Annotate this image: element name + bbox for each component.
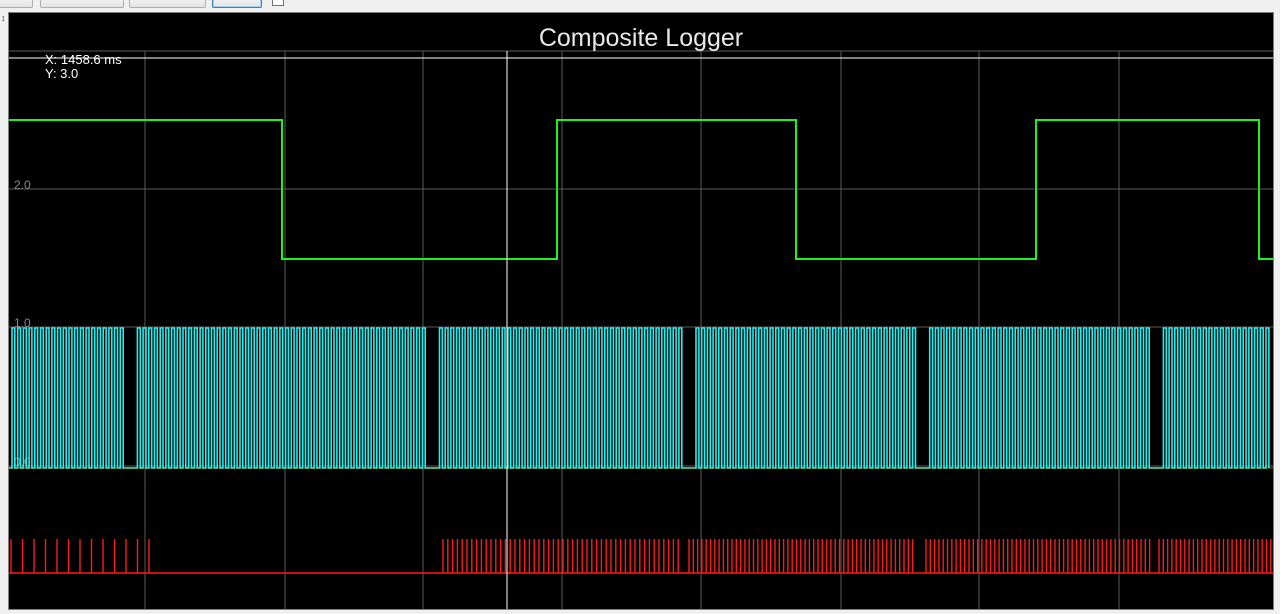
chart-title: Composite Logger	[539, 24, 743, 52]
chart-svg: Composite Logger 2.0 1.0 0.0 X: 1458.6 m…	[9, 24, 1273, 609]
toolbar-checkbox[interactable]	[272, 0, 284, 6]
y-tick-label: 2.0	[14, 178, 31, 192]
toolbar	[0, 0, 1280, 12]
crank-trace	[9, 327, 1270, 469]
cursor-x-readout: X: 1458.6 ms	[45, 52, 122, 67]
toolbar-button-3[interactable]	[129, 0, 206, 8]
cursor-y-readout: Y: 3.0	[45, 66, 78, 81]
toolbar-button-2[interactable]	[40, 0, 124, 8]
toolbar-button-4[interactable]	[212, 0, 262, 8]
toolbar-button-1[interactable]	[0, 0, 33, 8]
trigger-trace	[9, 539, 1273, 574]
right-gutter	[1274, 12, 1280, 612]
left-gutter: ↕	[0, 12, 8, 612]
traces	[9, 119, 1273, 574]
resize-handle-icon[interactable]: ↕	[1, 14, 6, 23]
composite-logger-chart[interactable]: Composite Logger 2.0 1.0 0.0 X: 1458.6 m…	[8, 12, 1274, 610]
